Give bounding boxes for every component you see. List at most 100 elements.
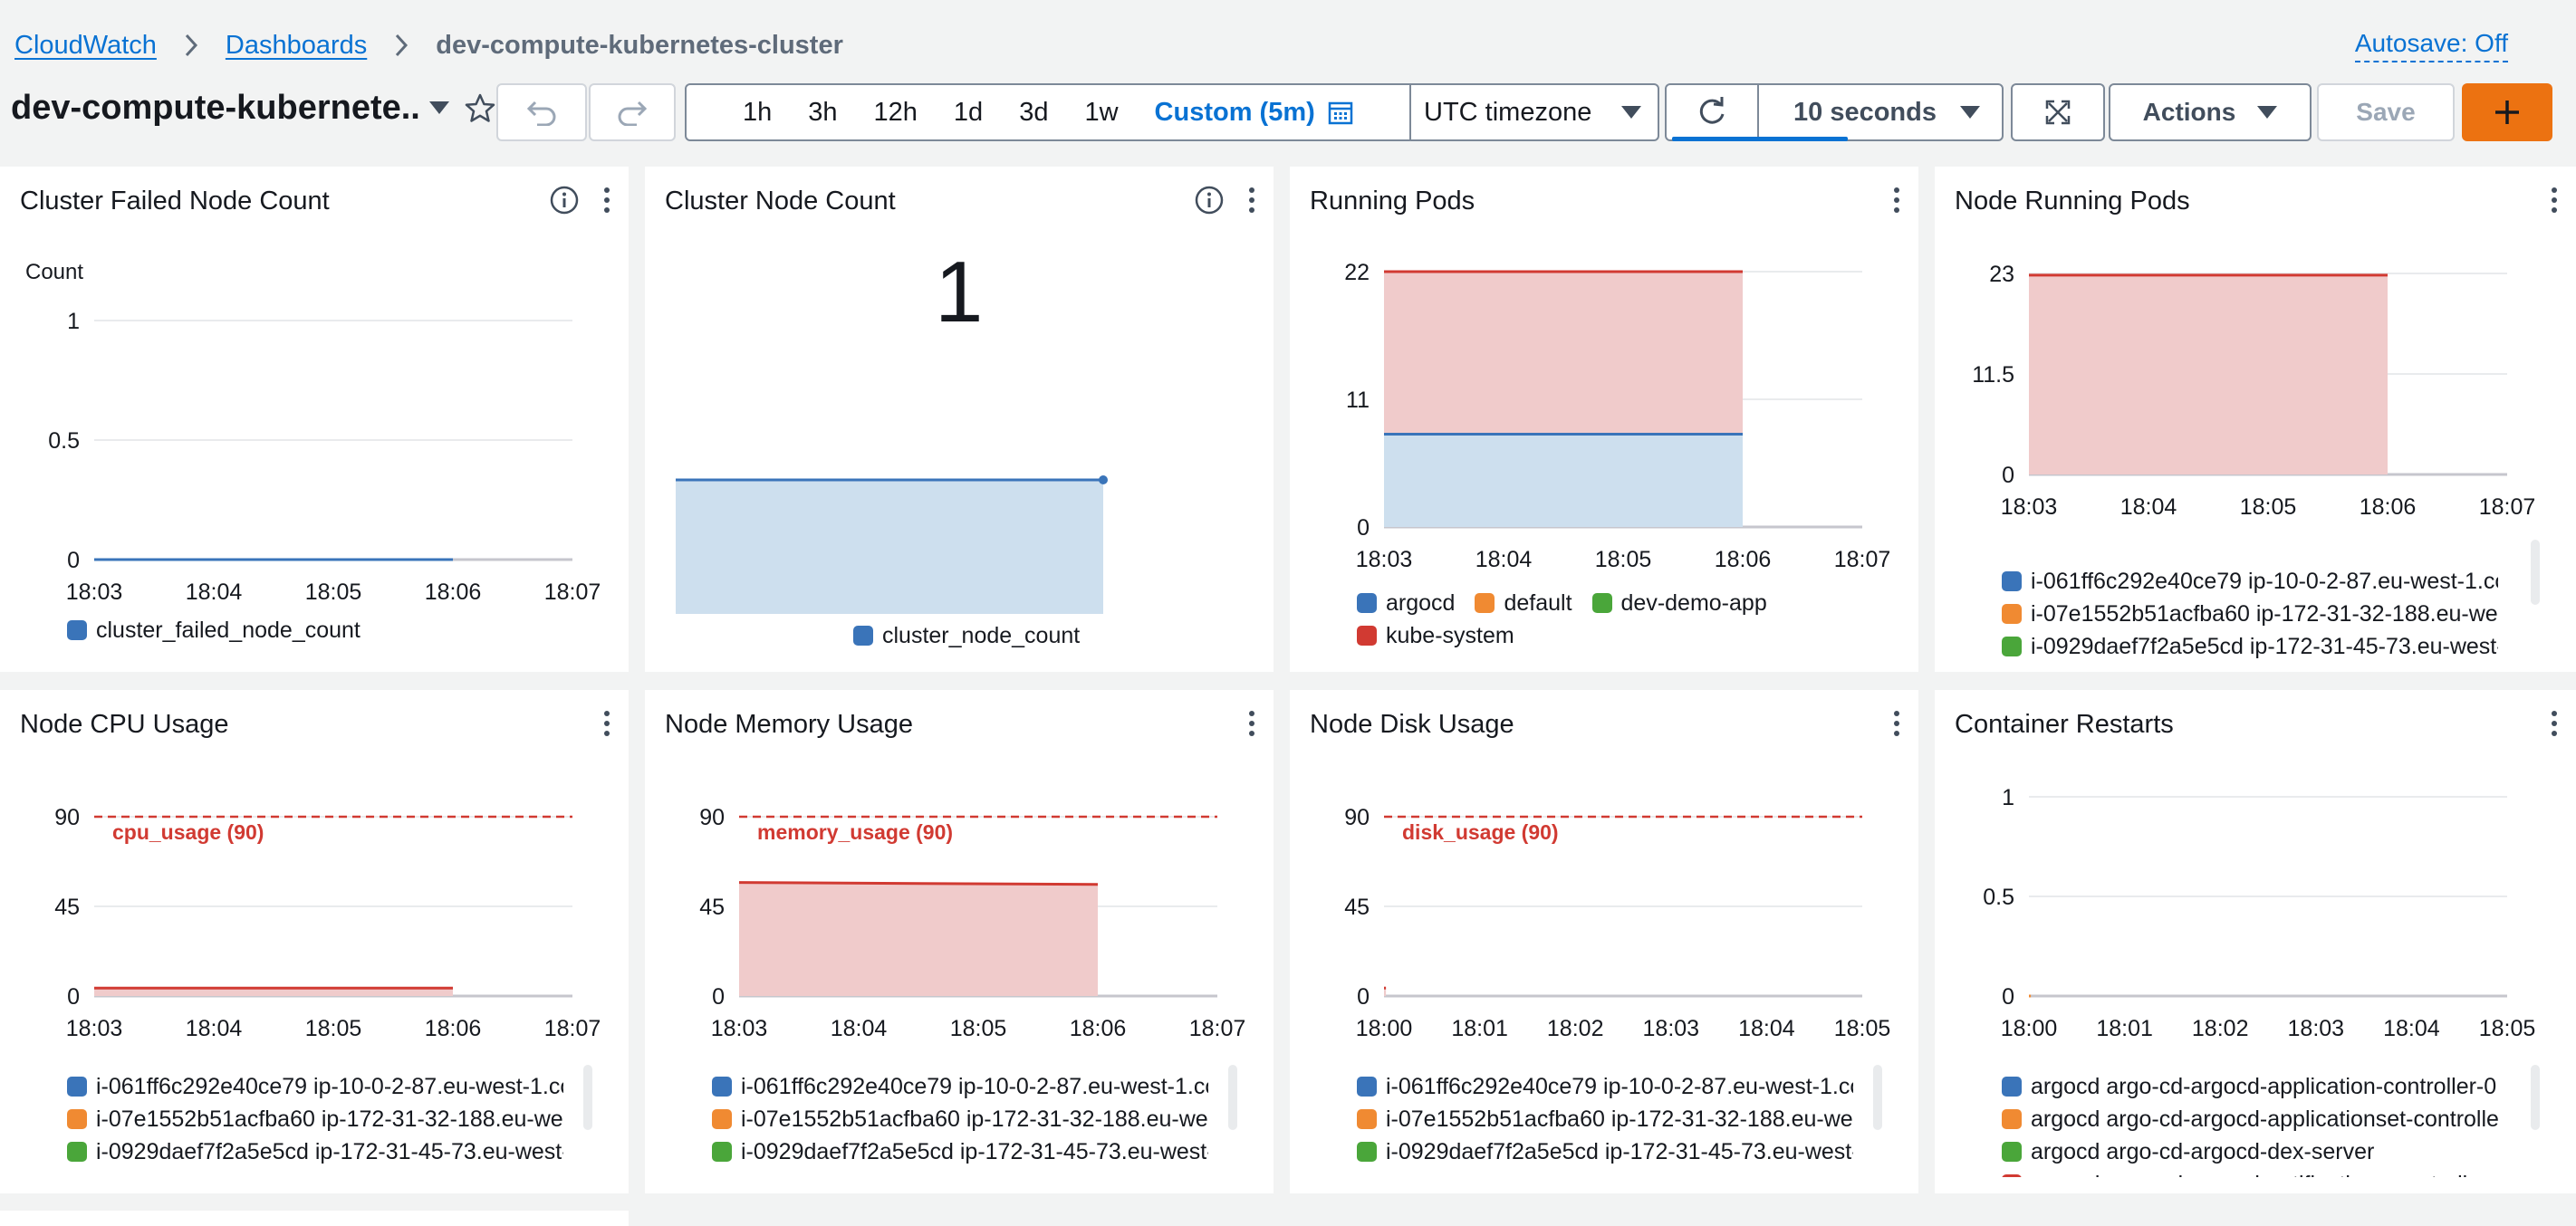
refresh-interval-value: 10 seconds — [1793, 97, 1937, 127]
legend-scrollbar[interactable] — [2531, 540, 2540, 605]
legend-scrollbar[interactable] — [1228, 1065, 1237, 1130]
dashboard-menu-caret-icon[interactable] — [429, 101, 449, 114]
fullscreen-button[interactable] — [2011, 83, 2105, 141]
widget-cluster-node-count: Cluster Node Count 1 cluster_node_count — [645, 167, 1274, 672]
add-widget-button[interactable] — [2462, 83, 2552, 141]
series-area — [2029, 274, 2388, 474]
undo-button[interactable] — [496, 83, 587, 141]
chart-legend: i-061ff6c292e40ce79 ip-10-0-2-87.eu-west… — [1357, 1070, 1853, 1177]
y-tick-label: 1 — [2002, 785, 2014, 810]
legend-item[interactable]: dev-demo-app — [1591, 587, 1767, 619]
legend-swatch — [1357, 1109, 1377, 1129]
x-tick-label: 18:00 — [2001, 1016, 2058, 1041]
y-tick-label: 90 — [54, 805, 80, 830]
legend-scrollbar[interactable] — [1873, 1065, 1882, 1130]
legend-label: i-07e1552b51acfba60 ip-172-31-32-188.eu-… — [96, 1106, 563, 1132]
time-range-3d[interactable]: 3d — [1001, 98, 1066, 128]
legend-item[interactable]: i-07e1552b51acfba60 ip-172-31-32-188.eu-… — [2002, 598, 2498, 630]
series-area-argocd — [1384, 434, 1743, 527]
legend-item[interactable]: kube-system — [1357, 619, 1514, 652]
time-range-1h[interactable]: 1h — [725, 98, 790, 128]
breadcrumb-dashboards-link[interactable]: Dashboards — [226, 31, 367, 61]
threshold-label: cpu_usage (90) — [112, 820, 264, 844]
refresh-interval-select[interactable]: 10 seconds — [1759, 85, 2002, 139]
x-tick-label: 18:04 — [186, 579, 243, 605]
x-tick-label: 18:02 — [2192, 1016, 2249, 1041]
legend-item[interactable]: argocd — [1357, 587, 1455, 619]
legend-item[interactable]: i-061ff6c292e40ce79 ip-10-0-2-87.eu-west… — [67, 1070, 563, 1103]
chevron-down-icon — [1959, 106, 1980, 119]
time-range-1w[interactable]: 1w — [1066, 98, 1136, 128]
legend-item[interactable]: argocd argo-cd-argocd-notifications-cont… — [2002, 1168, 2498, 1177]
x-tick-label: 18:00 — [1356, 1016, 1413, 1041]
legend-label: argocd argo-cd-argocd-application-contro… — [2031, 1073, 2497, 1099]
save-button[interactable]: Save — [2317, 83, 2455, 141]
series-area-kube-system — [1384, 272, 1743, 435]
legend-scrollbar[interactable] — [583, 1065, 592, 1130]
timezone-select[interactable]: UTC timezone — [1409, 83, 1661, 141]
legend-label: i-061ff6c292e40ce79 ip-10-0-2-87.eu-west… — [1386, 1073, 1853, 1099]
time-range-3h[interactable]: 3h — [790, 98, 855, 128]
x-tick-label: 18:05 — [305, 1016, 362, 1041]
chart-legend: i-061ff6c292e40ce79 ip-10-0-2-87.eu-west… — [2002, 565, 2498, 659]
chevron-right-icon — [394, 33, 409, 58]
chart-canvas: 0 0.5 1 18:03 18:04 18:05 18:06 18:07 Count — [25, 260, 601, 605]
legend-label: i-07e1552b51acfba60 ip-172-31-32-188.eu-… — [741, 1106, 1208, 1132]
legend-swatch — [2002, 637, 2022, 656]
y-tick-label: 0.5 — [48, 428, 80, 454]
time-range-1d[interactable]: 1d — [936, 98, 1001, 128]
legend-label: cluster_node_count — [882, 622, 1081, 648]
actions-dropdown[interactable]: Actions — [2109, 83, 2312, 141]
legend-item[interactable]: i-07e1552b51acfba60 ip-172-31-32-188.eu-… — [712, 1103, 1208, 1135]
legend-item[interactable]: argocd argo-cd-argocd-application-contro… — [2002, 1070, 2498, 1103]
legend-item[interactable]: i-061ff6c292e40ce79 ip-10-0-2-87.eu-west… — [712, 1070, 1208, 1103]
legend-item[interactable]: cluster_node_count — [853, 619, 1080, 652]
refresh-button[interactable] — [1667, 85, 1759, 139]
legend-label: i-061ff6c292e40ce79 ip-10-0-2-87.eu-west… — [741, 1073, 1208, 1099]
y-tick-label: 45 — [1344, 895, 1370, 920]
legend-item[interactable]: i-061ff6c292e40ce79 ip-10-0-2-87.eu-west… — [1357, 1070, 1853, 1103]
y-tick-label: 0 — [2002, 984, 2014, 1010]
redo-button[interactable] — [589, 83, 676, 141]
widget-cluster-failed-node-count: Cluster Failed Node Count 0 0.5 1 18:03 18:04… — [0, 167, 629, 672]
legend-swatch — [1357, 1077, 1377, 1097]
widget-node-cpu-usage: Node CPU Usage 0 45 90 18:03 18:04 18:05 18:06 1… — [0, 690, 629, 1193]
legend-item[interactable]: i-0929daef7f2a5e5cd ip-172-31-45-73.eu-w… — [67, 1135, 563, 1168]
legend-item[interactable]: i-0929daef7f2a5e5cd ip-172-31-45-73.eu-w… — [712, 1135, 1208, 1168]
legend-swatch — [2002, 571, 2022, 591]
chart-legend: cluster_failed_node_count — [67, 614, 360, 647]
breadcrumb-cloudwatch-link[interactable]: CloudWatch — [14, 31, 157, 61]
legend-item[interactable]: i-07e1552b51acfba60 ip-172-31-32-188.eu-… — [1357, 1103, 1853, 1135]
legend-label: dev-demo-app — [1620, 589, 1767, 616]
calendar-icon[interactable] — [1328, 100, 1353, 125]
x-tick-label: 18:03 — [66, 1016, 123, 1041]
legend-item[interactable]: argocd argo-cd-argocd-applicationset-con… — [2002, 1103, 2498, 1135]
y-tick-label: 0 — [1357, 984, 1370, 1010]
time-range-12h[interactable]: 12h — [856, 98, 936, 128]
breadcrumb-current: dev-compute-kubernetes-cluster — [436, 30, 843, 60]
y-tick-label: 0.5 — [1983, 885, 2014, 910]
legend-swatch — [712, 1109, 732, 1129]
favorite-star-icon[interactable] — [464, 92, 496, 125]
legend-swatch — [1357, 1142, 1377, 1162]
x-tick-label: 18:06 — [2360, 494, 2417, 520]
legend-item[interactable]: i-0929daef7f2a5e5cd ip-172-31-45-73.eu-w… — [2002, 630, 2498, 659]
dashboard-toolbar: dev-compute-kubernete... 1h 3h 12h 1d 3d… — [0, 81, 2576, 143]
x-tick-label: 18:07 — [1189, 1016, 1246, 1041]
widget-container-restarts: Container Restarts 0 0.5 1 18:00 18:01 18:02 18… — [1935, 690, 2576, 1193]
dashboard-title: dev-compute-kubernete... — [11, 89, 418, 127]
legend-item[interactable]: i-0929daef7f2a5e5cd ip-172-31-45-73.eu-w… — [1357, 1135, 1853, 1168]
widget-node-disk-usage: Node Disk Usage 0 45 90 18:00 18:01 18:02 18:03… — [1290, 690, 1918, 1193]
legend-item[interactable]: cluster_failed_node_count — [67, 614, 360, 647]
legend-scrollbar[interactable] — [2531, 1065, 2540, 1130]
legend-swatch — [1357, 626, 1377, 646]
legend-item[interactable]: argocd argo-cd-argocd-dex-server — [2002, 1135, 2498, 1168]
refresh-icon — [1699, 97, 1725, 124]
legend-item[interactable]: i-061ff6c292e40ce79 ip-10-0-2-87.eu-west… — [2002, 565, 2498, 598]
x-tick-label: 18:03 — [1356, 547, 1413, 572]
autosave-toggle[interactable]: Autosave: Off — [2354, 29, 2508, 62]
time-range-custom[interactable]: Custom (5m) — [1137, 98, 1328, 128]
legend-item[interactable]: default — [1475, 587, 1572, 619]
legend-label: i-0929daef7f2a5e5cd ip-172-31-45-73.eu-w… — [2031, 633, 2498, 659]
legend-item[interactable]: i-07e1552b51acfba60 ip-172-31-32-188.eu-… — [67, 1103, 563, 1135]
